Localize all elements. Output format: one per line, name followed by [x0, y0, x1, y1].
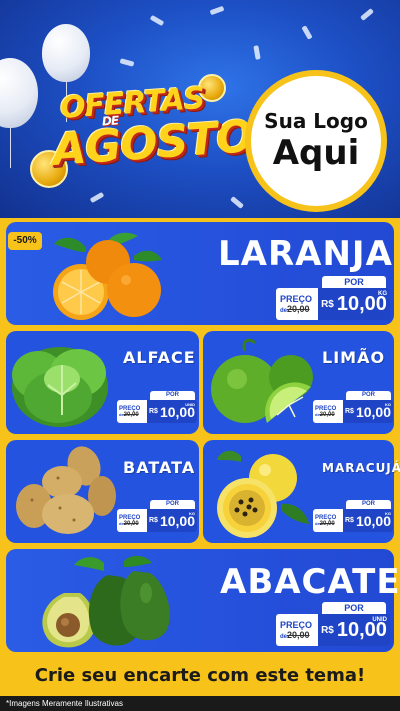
old-price: 20,00 [123, 520, 139, 527]
price-box: PREÇO de20,00 R$ 10,00 KG [313, 509, 393, 532]
product-name-laranja: LARANJA [218, 234, 393, 274]
old-price: 20,00 [319, 411, 335, 418]
unit-label: KG [385, 511, 391, 516]
price-box: PREÇO de20,00 R$ 10,00 KG [276, 288, 390, 320]
product-name-batata: BATATA [123, 458, 196, 477]
logo-text-line1: Sua Logo [264, 109, 368, 133]
confetti [89, 191, 105, 204]
old-prefix: de [280, 634, 288, 640]
old-prefix: de [280, 308, 288, 314]
product-name-alface: ALFACE [123, 348, 196, 367]
confetti [230, 196, 244, 209]
por-label: POR [346, 391, 391, 400]
lettuce-icon [12, 347, 108, 427]
price-box: PREÇO de20,00 R$ 10,00 UNID [276, 614, 390, 646]
confetti [119, 58, 135, 67]
currency: R$ [321, 624, 334, 636]
product-name-abacate: ABACATE [220, 562, 400, 602]
preco-label: PREÇO [280, 294, 313, 304]
por-label: POR [150, 500, 195, 509]
confetti [301, 25, 313, 40]
unit-label: KG [189, 511, 195, 516]
currency: R$ [149, 408, 158, 415]
currency: R$ [345, 517, 354, 524]
old-price: 20,00 [123, 411, 139, 418]
unit-label: KG [385, 402, 391, 407]
logo-placeholder[interactable]: Sua Logo Aqui [245, 70, 387, 212]
footer-disclaimer: *Imagens Meramente Ilustrativas [0, 696, 400, 711]
old-price: 20,00 [287, 630, 310, 640]
orange-icon [53, 232, 162, 320]
discount-badge: -50% [8, 232, 42, 250]
currency: R$ [345, 408, 354, 415]
price-box: PREÇO de20,00 R$ 10,00 UNID [117, 400, 197, 423]
cta-banner[interactable]: Crie seu encarte com este tema! [6, 656, 394, 694]
confetti [360, 8, 374, 21]
avocado-icon [42, 555, 170, 648]
unit-label: KG [378, 291, 387, 297]
por-label: POR [322, 602, 386, 614]
old-price: 20,00 [319, 520, 335, 527]
por-label: POR [150, 391, 195, 400]
product-name-limao: LIMÃO [322, 348, 386, 367]
confetti [253, 45, 261, 60]
balloon-icon [42, 24, 90, 122]
promo-title: OFERTAS DE AGOSTO [20, 78, 254, 188]
product-name-maracuja: MARACUJÁ [322, 461, 400, 475]
unit-label: UNID [185, 402, 195, 407]
price-box: PREÇO de20,00 R$ 10,00 KG [313, 400, 393, 423]
currency: R$ [321, 298, 334, 310]
currency: R$ [149, 517, 158, 524]
lime-icon [211, 338, 313, 423]
passion-fruit-icon [217, 450, 309, 538]
confetti [209, 5, 225, 16]
por-label: POR [346, 500, 391, 509]
potato-icon [16, 446, 116, 534]
unit-label: UNID [372, 617, 387, 623]
header-banner: OFERTAS DE AGOSTO Sua Logo Aqui [0, 0, 400, 218]
por-label: POR [322, 276, 386, 288]
price-box: PREÇO de20,00 R$ 10,00 KG [117, 509, 197, 532]
old-price: 20,00 [287, 304, 310, 314]
confetti [149, 14, 165, 27]
preco-label: PREÇO [280, 620, 313, 630]
logo-text-line2: Aqui [272, 133, 360, 173]
